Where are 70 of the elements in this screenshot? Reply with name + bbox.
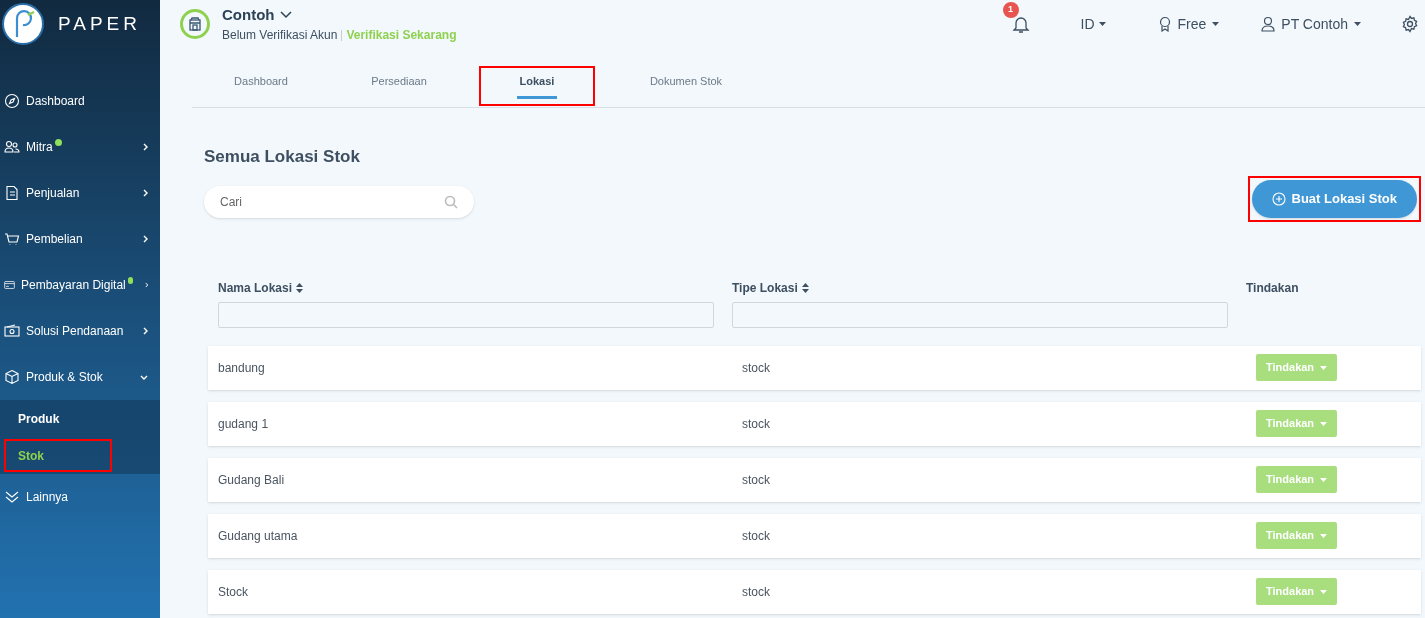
account-dropdown[interactable]: PT Contoh bbox=[1261, 13, 1361, 35]
location-name: gudang 1 bbox=[218, 415, 269, 433]
user-icon bbox=[1261, 16, 1276, 32]
page-title: Semua Lokasi Stok bbox=[204, 146, 361, 168]
sidebar-item[interactable]: Pembayaran Digital bbox=[0, 262, 160, 308]
tab[interactable]: Persediaan bbox=[335, 66, 463, 106]
filter-field[interactable] bbox=[218, 301, 714, 328]
company-name[interactable]: Contoh bbox=[222, 3, 275, 27]
location-name: Gudang Bali bbox=[218, 471, 285, 489]
caret-icon bbox=[1354, 22, 1361, 26]
sidebar-item[interactable]: Mitra bbox=[0, 124, 160, 170]
column-header: Tindakan bbox=[1246, 279, 1299, 297]
compass-icon bbox=[4, 93, 20, 109]
caret-icon bbox=[1212, 22, 1220, 26]
sidebar-item[interactable]: Lainnya bbox=[0, 474, 160, 520]
cash-icon bbox=[4, 323, 20, 339]
chevrons-icon bbox=[4, 489, 20, 505]
sidebar-item[interactable]: Dashboard bbox=[0, 78, 160, 124]
caret-icon bbox=[1320, 365, 1328, 370]
sidebar-label: Mitra bbox=[26, 139, 53, 156]
caret-icon bbox=[1320, 477, 1328, 482]
plus-circle-icon bbox=[1271, 191, 1286, 206]
notification-count: 1 bbox=[1002, 2, 1019, 18]
sidebar-label: Pembelian bbox=[26, 231, 83, 248]
tab[interactable]: Dokumen Stok bbox=[613, 66, 759, 106]
box-icon bbox=[4, 369, 20, 385]
location-type: stock bbox=[742, 359, 770, 377]
language-dropdown[interactable]: ID bbox=[1080, 13, 1106, 35]
chevron-down-icon[interactable] bbox=[280, 11, 293, 19]
location-type: stock bbox=[742, 583, 770, 601]
location-type: stock bbox=[742, 527, 770, 545]
tab[interactable]: Dashboard bbox=[198, 66, 324, 106]
column-header[interactable]: Tipe Lokasi bbox=[732, 278, 798, 297]
sidebar-item[interactable]: Produk & Stok bbox=[0, 354, 160, 400]
caret-icon bbox=[1320, 421, 1328, 426]
search-field[interactable]: Cari bbox=[204, 185, 474, 218]
sidebar-item[interactable]: Solusi Pendanaan bbox=[0, 308, 160, 354]
location-name: bandung bbox=[218, 359, 265, 377]
account-status: Belum Verifikasi Akun bbox=[222, 27, 338, 45]
sidebar-label: Produk & Stok bbox=[26, 369, 103, 386]
document-icon bbox=[4, 185, 20, 201]
location-type: stock bbox=[742, 415, 770, 433]
sidebar-label: Lainnya bbox=[26, 489, 69, 506]
column-header[interactable]: Nama Lokasi bbox=[218, 278, 293, 297]
plan-dropdown[interactable]: Free bbox=[1157, 13, 1220, 35]
sidebar-label: Solusi Pendanaan bbox=[26, 323, 124, 340]
sort-icon[interactable] bbox=[801, 282, 809, 293]
sidebar-label: Pembayaran Digital bbox=[21, 277, 126, 294]
sort-icon[interactable] bbox=[296, 282, 304, 293]
settings-icon[interactable] bbox=[1401, 15, 1419, 33]
caret-icon bbox=[1320, 589, 1328, 594]
search-icon bbox=[444, 194, 458, 209]
submenu-item[interactable]: Stok bbox=[4, 439, 112, 472]
award-icon bbox=[1157, 16, 1172, 32]
caret-icon bbox=[1320, 533, 1328, 538]
sidebar-label: Dashboard bbox=[26, 93, 85, 110]
location-type: stock bbox=[742, 471, 770, 489]
people-icon bbox=[4, 139, 20, 155]
sidebar-item[interactable]: Pembelian bbox=[0, 216, 160, 262]
location-name: Gudang utama bbox=[218, 527, 298, 545]
tab[interactable]: Lokasi bbox=[479, 66, 595, 106]
sidebar-label: Penjualan bbox=[26, 185, 80, 202]
brand-name: PAPER bbox=[58, 11, 141, 36]
store-progress-icon bbox=[180, 9, 210, 39]
caret-icon bbox=[1098, 22, 1106, 26]
notification-bell-icon[interactable] bbox=[1010, 14, 1031, 34]
logo-icon bbox=[2, 3, 44, 45]
sidebar-item[interactable]: Penjualan bbox=[0, 170, 160, 216]
filter-field[interactable] bbox=[732, 301, 1228, 328]
location-name: Stock bbox=[218, 583, 248, 601]
